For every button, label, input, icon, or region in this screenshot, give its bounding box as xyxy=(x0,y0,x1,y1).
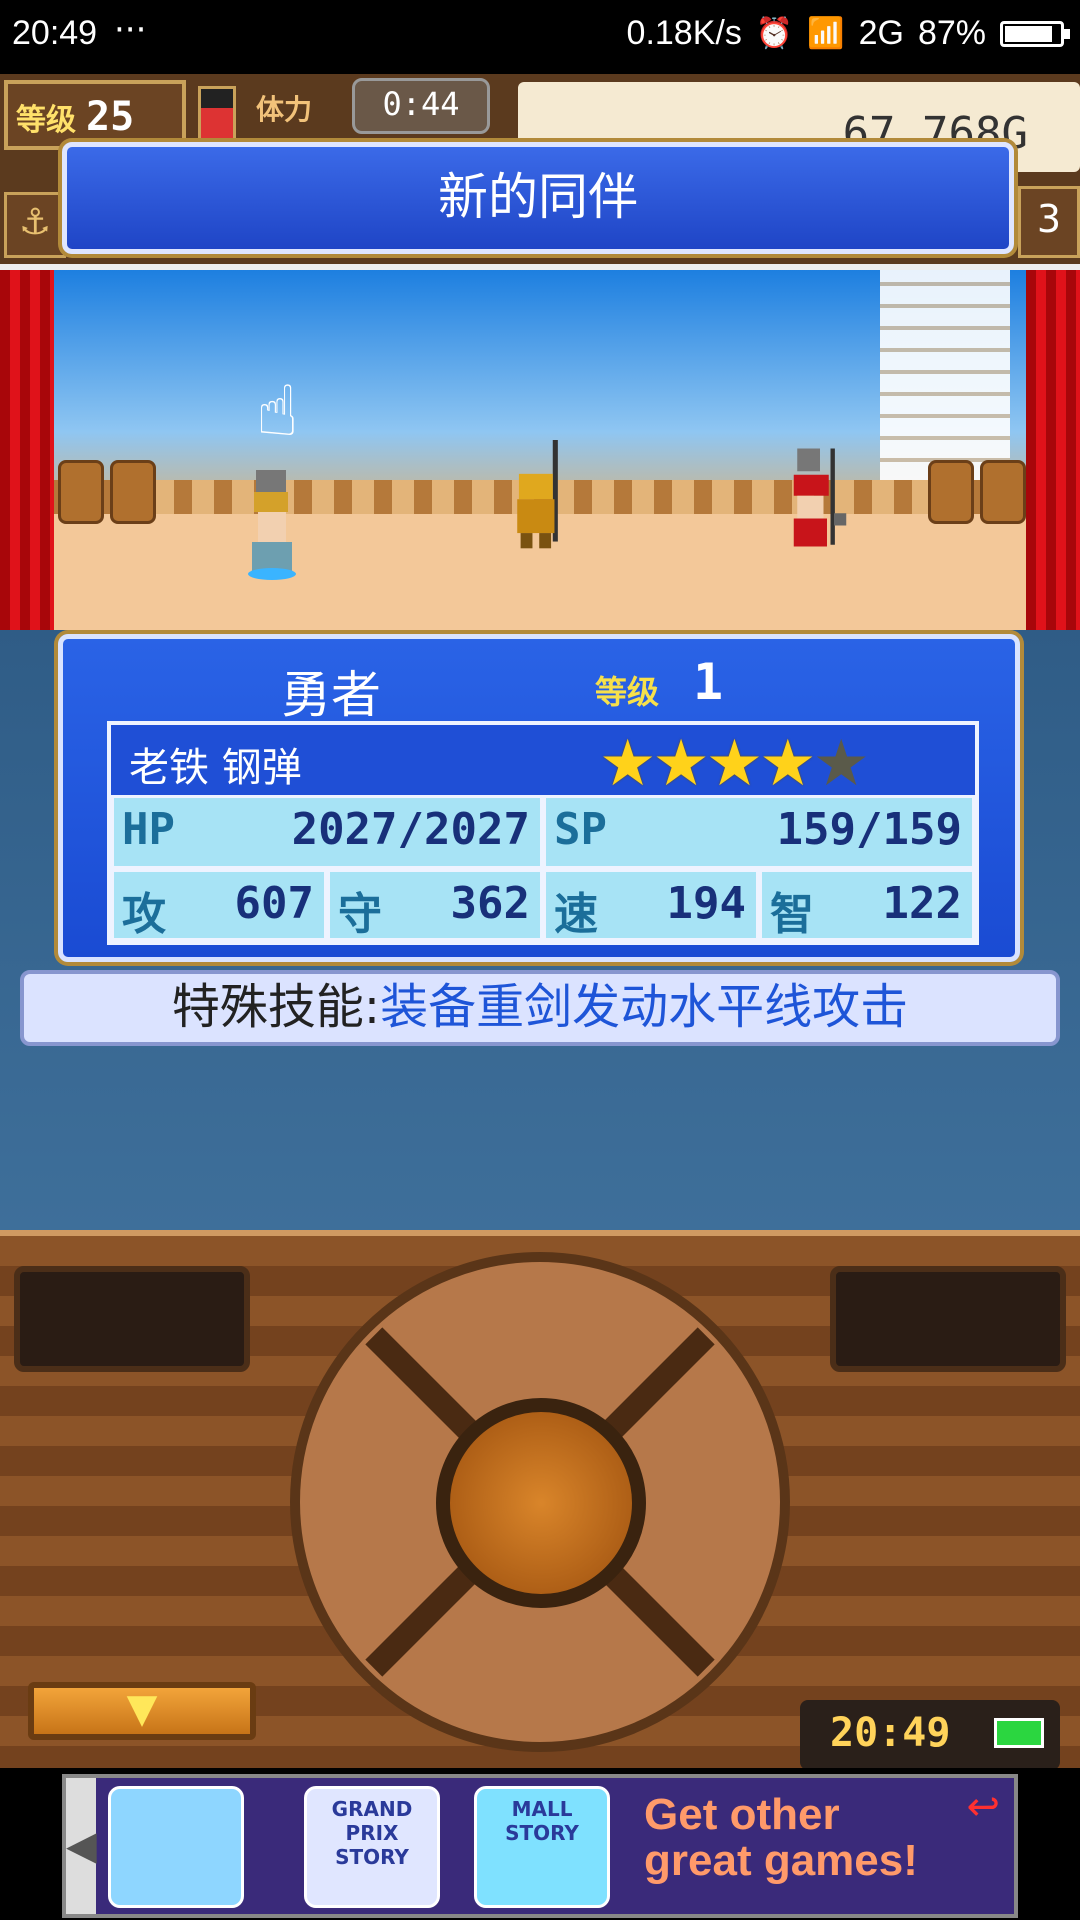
level-value: 25 xyxy=(86,94,135,140)
def-cell: 守 362 xyxy=(327,869,543,941)
signal-label: 2G xyxy=(858,14,904,52)
job-title: 勇者 xyxy=(281,666,381,724)
wifi-icon: 📶 xyxy=(807,17,845,50)
star-filled-icon: ★ xyxy=(759,727,816,801)
golden-knight-character[interactable] xyxy=(500,440,570,550)
hp-value: 2027/2027 xyxy=(291,804,530,855)
battery-percent: 87% xyxy=(917,14,986,52)
controller-panel: ▼ 20:49 xyxy=(0,1230,1080,1774)
game-clock: 20:49 xyxy=(800,1700,1060,1770)
ad-strip[interactable]: ◀ GRAND PRIX STORY MALL STORY Get other … xyxy=(62,1774,1018,1918)
special-skill-box: 特殊技能:装备重剑发动水平线攻击 xyxy=(20,970,1060,1046)
return-arrow-icon: ↩ xyxy=(966,1784,1000,1830)
int-label: 智 xyxy=(770,889,814,940)
anchor-icon[interactable]: ⚓ xyxy=(4,192,66,258)
player-level[interactable]: 等级 25 xyxy=(4,80,186,150)
character-name: 老铁 钢弹 xyxy=(129,745,302,791)
battery-fill xyxy=(1005,25,1052,42)
ship-sail xyxy=(880,270,1010,480)
sp-value: 159/159 xyxy=(776,804,962,855)
stamina-label: 体力 xyxy=(256,93,313,126)
get-other-games-link[interactable]: Get other great games! xyxy=(644,1792,1014,1902)
hero-character[interactable] xyxy=(236,470,306,580)
barrel xyxy=(58,460,104,524)
def-value: 362 xyxy=(450,878,530,929)
dpad-wheel[interactable] xyxy=(290,1252,790,1752)
card-level-value: 1 xyxy=(693,653,724,711)
int-cell: 智 122 xyxy=(759,869,975,941)
back-arrow-icon[interactable]: ◀ xyxy=(66,1778,97,1914)
int-value: 122 xyxy=(882,878,962,929)
spd-value: 194 xyxy=(666,878,746,929)
get-more-line1: Get other xyxy=(644,1790,840,1839)
skill-label: 特殊技能: xyxy=(171,979,381,1035)
ad-banner: ◀ GRAND PRIX STORY MALL STORY Get other … xyxy=(0,1768,1080,1920)
curtain-right xyxy=(1026,270,1080,630)
ad-tile-grand-prix[interactable]: GRAND PRIX STORY xyxy=(304,1786,440,1908)
ad-tile-mall-story[interactable]: MALL STORY xyxy=(474,1786,610,1908)
star-filled-icon: ★ xyxy=(652,727,709,801)
card-level-label: 等级 xyxy=(595,673,660,711)
status-right: 0.18K/s ⏰ 📶 2G 87% xyxy=(626,14,1070,53)
alarm-icon: ⏰ xyxy=(755,17,794,50)
battery-icon xyxy=(1000,20,1070,47)
right-slot-button[interactable] xyxy=(830,1266,1066,1372)
spd-cell: 速 194 xyxy=(543,869,759,941)
star-empty-icon: ★ xyxy=(812,727,870,801)
barrel xyxy=(110,460,156,524)
hp-label: HP xyxy=(122,804,175,855)
barrel xyxy=(980,460,1026,524)
stage-scene: ☝ xyxy=(0,264,1080,630)
star-filled-icon: ★ xyxy=(705,727,763,801)
curtain-left xyxy=(0,270,54,630)
pointer-hand-icon: ☝ xyxy=(256,370,299,452)
net-speed: 0.18K/s xyxy=(626,14,742,52)
rarity-stars: ★★★★★ xyxy=(599,727,870,801)
character-card: 勇者 等级 1 老铁 钢弹 ★★★★★ HP 2027/2027 SP 159/… xyxy=(58,634,1020,962)
pirate-character[interactable] xyxy=(778,446,848,556)
barrel xyxy=(928,460,974,524)
atk-label: 攻 xyxy=(122,889,166,940)
def-label: 守 xyxy=(338,889,382,940)
timer: 0:44 xyxy=(352,78,490,134)
star-filled-icon: ★ xyxy=(599,727,656,801)
sp-cell: SP 159/159 xyxy=(543,795,975,869)
sp-label: SP xyxy=(554,804,607,855)
atk-value: 607 xyxy=(234,878,314,929)
right-counter: 3 xyxy=(1018,186,1080,258)
clock-time: 20:49 xyxy=(830,1710,951,1756)
spd-label: 速 xyxy=(554,889,598,940)
ad-tile-kingdom[interactable] xyxy=(108,1786,244,1908)
get-more-line2: great games! xyxy=(644,1836,918,1885)
status-dots: ··· xyxy=(114,10,147,50)
menu-toggle-button[interactable]: ▼ xyxy=(28,1682,256,1740)
atk-cell: 攻 607 xyxy=(111,869,327,941)
skill-value: 装备重剑发动水平线攻击 xyxy=(380,979,909,1035)
left-slot-button[interactable] xyxy=(14,1266,250,1372)
game-battery-icon xyxy=(994,1718,1044,1748)
name-row: 老铁 钢弹 ★★★★★ xyxy=(111,725,975,801)
center-action-button[interactable] xyxy=(436,1398,646,1608)
status-bar: 20:49 ··· 0.18K/s ⏰ 📶 2G 87% xyxy=(0,0,1080,74)
new-companion-banner: 新的同伴 xyxy=(62,142,1014,254)
status-time: 20:49 xyxy=(12,14,98,52)
level-label: 等级 xyxy=(16,103,76,138)
hp-cell: HP 2027/2027 xyxy=(111,795,543,869)
stats-table: 老铁 钢弹 ★★★★★ HP 2027/2027 SP 159/159 攻 60… xyxy=(107,721,979,945)
